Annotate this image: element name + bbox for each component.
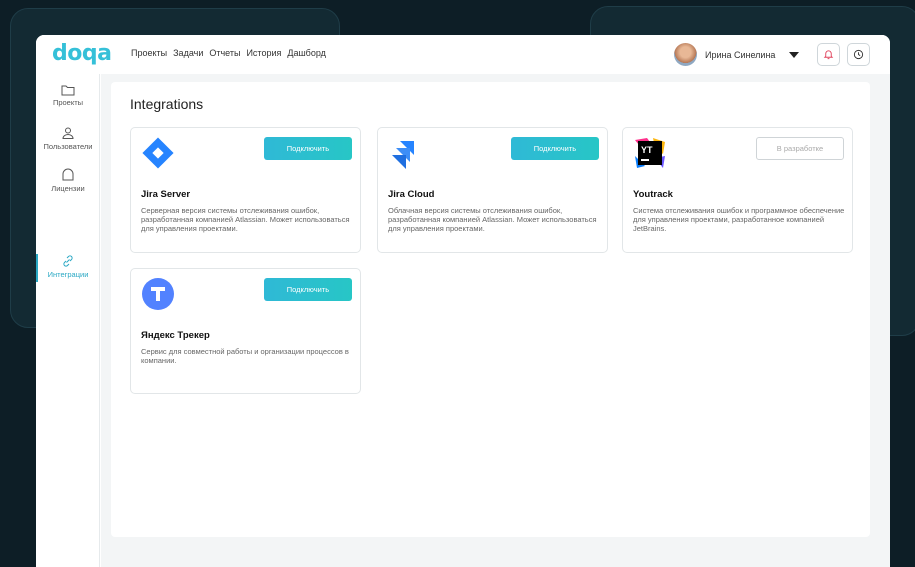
card-description: Сервис для совместной работы и организац… xyxy=(141,347,349,365)
card-title: Youtrack xyxy=(633,189,673,200)
connect-button[interactable]: Подключить xyxy=(264,137,352,160)
youtrack-icon: YT xyxy=(633,136,667,170)
integration-card-jira-cloud: Подключить Jira Cloud Облачная версия си… xyxy=(377,127,608,253)
sidebar-item-licenses[interactable]: Лицензии xyxy=(36,168,100,193)
jira-server-icon xyxy=(141,136,175,170)
top-bar: doqa Проекты Задачи Отчеты История Дашбо… xyxy=(36,35,890,74)
integration-card-youtrack: YT В разработке Youtrack Система отслежи… xyxy=(622,127,853,253)
history-button[interactable] xyxy=(847,43,870,66)
card-description: Облачная версия системы отслеживания оши… xyxy=(388,206,597,233)
nav-history[interactable]: История xyxy=(246,48,281,58)
main-area: Integrations Подключить Jira Server Серв… xyxy=(101,74,890,567)
in-development-button[interactable]: В разработке xyxy=(756,137,844,160)
nav-dashboard[interactable]: Дашборд xyxy=(287,48,326,58)
user-name: Ирина Синелина xyxy=(705,49,776,60)
top-nav: Проекты Задачи Отчеты История Дашборд xyxy=(131,48,326,58)
user-icon xyxy=(62,127,74,139)
yandex-tracker-icon xyxy=(141,277,175,311)
nav-reports[interactable]: Отчеты xyxy=(209,48,240,58)
card-title: Jira Cloud xyxy=(388,189,435,200)
nav-tasks[interactable]: Задачи xyxy=(173,48,203,58)
integrations-panel: Integrations Подключить Jira Server Серв… xyxy=(111,82,870,537)
connect-button[interactable]: Подключить xyxy=(511,137,599,160)
card-title: Яндекс Трекер xyxy=(141,330,210,341)
integration-card-jira-server: Подключить Jira Server Серверная версия … xyxy=(130,127,361,253)
sidebar-item-label: Проекты xyxy=(52,98,84,107)
avatar xyxy=(674,43,697,66)
integration-card-yandex-tracker: Подключить Яндекс Трекер Сервис для совм… xyxy=(130,268,361,394)
page-title: Integrations xyxy=(130,96,204,112)
notifications-button[interactable] xyxy=(817,43,840,66)
license-icon xyxy=(62,168,74,181)
card-description: Система отслеживания ошибок и программно… xyxy=(633,206,845,233)
sidebar-item-label: Интеграции xyxy=(47,270,89,279)
nav-projects[interactable]: Проекты xyxy=(131,48,167,58)
sidebar-item-projects[interactable]: Проекты xyxy=(36,84,100,107)
jira-cloud-icon xyxy=(388,136,422,170)
sidebar-item-label: Лицензии xyxy=(51,184,85,193)
folder-icon xyxy=(61,85,75,96)
user-menu[interactable]: Ирина Синелина xyxy=(674,43,800,66)
app-window: doqa Проекты Задачи Отчеты История Дашбо… xyxy=(36,35,890,567)
sidebar: Проекты Пользователи Лицензии Интеграции xyxy=(36,74,100,567)
card-title: Jira Server xyxy=(141,189,191,200)
sidebar-item-integrations[interactable]: Интеграции xyxy=(36,254,100,279)
sidebar-item-users[interactable]: Пользователи xyxy=(36,126,100,151)
svg-text:YT: YT xyxy=(641,145,653,155)
sidebar-item-label: Пользователи xyxy=(43,142,93,151)
history-icon xyxy=(853,49,864,60)
card-description: Серверная версия системы отслеживания ош… xyxy=(141,206,350,233)
connect-button[interactable]: Подключить xyxy=(264,278,352,301)
app-logo[interactable]: doqa xyxy=(52,41,112,66)
bell-icon xyxy=(823,50,834,60)
chevron-down-icon[interactable] xyxy=(789,51,800,58)
link-icon xyxy=(63,255,73,267)
